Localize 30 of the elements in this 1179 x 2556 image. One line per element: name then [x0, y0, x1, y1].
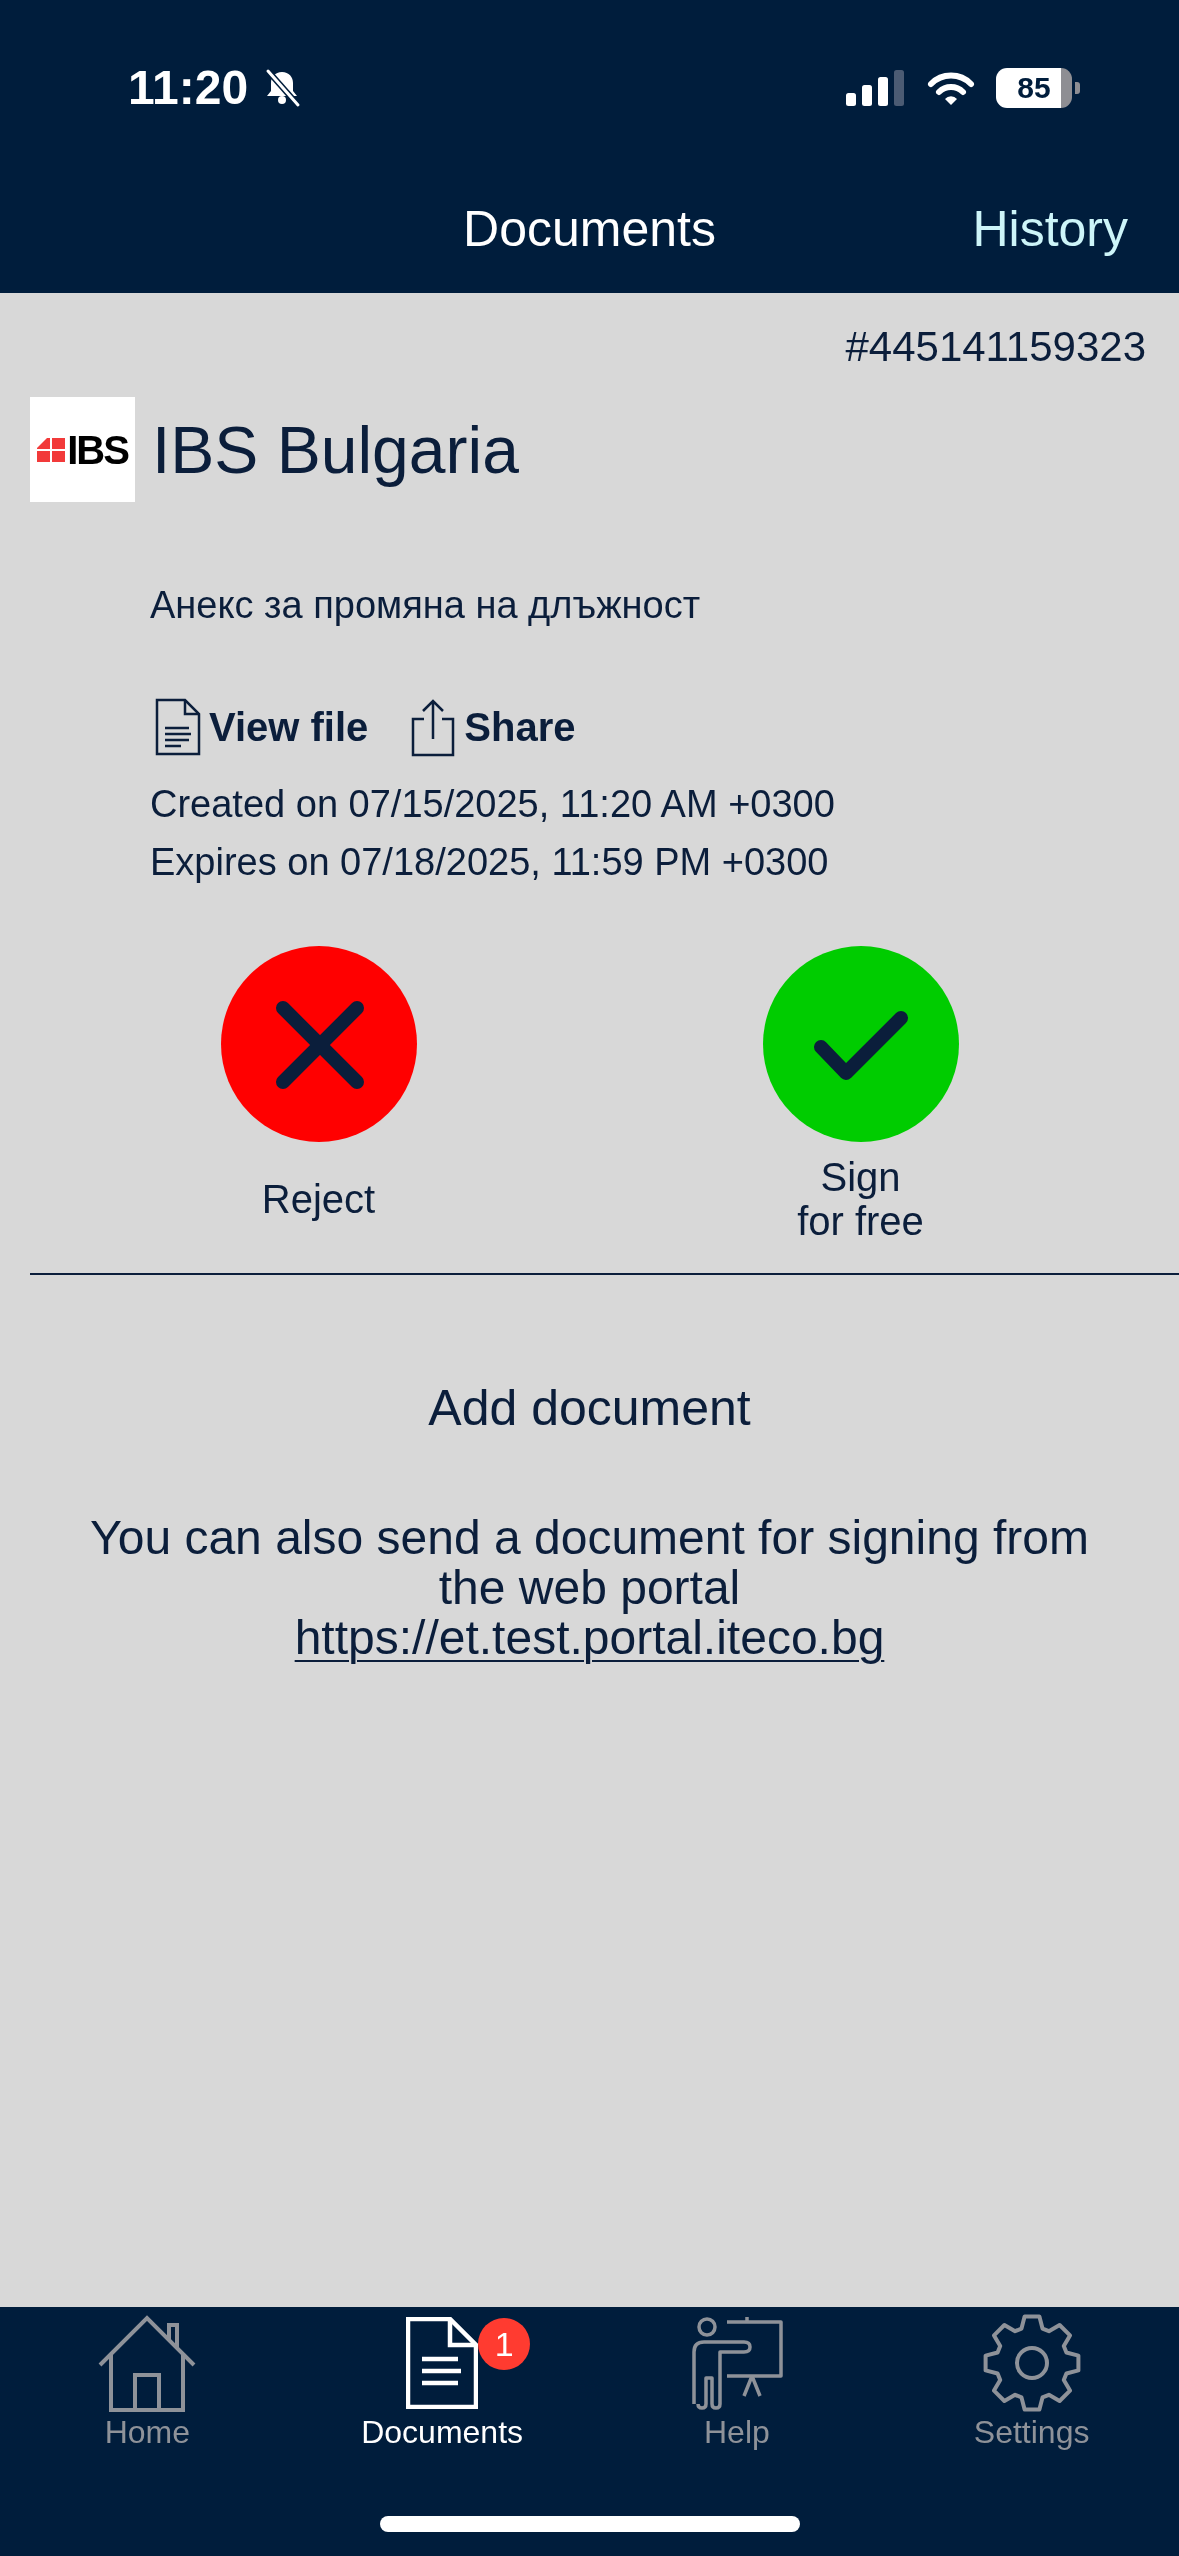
status-time: 11:20	[128, 64, 249, 112]
document-icon	[155, 698, 201, 756]
help-tab[interactable]: Help	[689, 2313, 784, 2448]
share-icon	[410, 697, 457, 757]
presenter-icon	[689, 2316, 784, 2410]
check-circle-icon	[762, 946, 959, 1142]
sign-button[interactable]: Sign for free	[710, 946, 1011, 1243]
wifi-icon	[926, 70, 976, 106]
document-number: #445141159323	[845, 326, 1146, 368]
share-button[interactable]: Share	[410, 697, 576, 757]
document-icon	[406, 2317, 479, 2409]
settings-tab[interactable]: Settings	[973, 2313, 1090, 2448]
expires-date: Expires on 07/18/2025, 11:59 PM +0300	[150, 840, 829, 885]
portal-link[interactable]: https://et.test.portal.iteco.bg	[294, 1613, 885, 1663]
battery-indicator: 85	[996, 68, 1080, 108]
add-document-heading: Add document	[428, 1383, 751, 1433]
notification-badge: 1	[478, 2318, 531, 2370]
created-date: Created on 07/15/2025, 11:20 AM +0300	[150, 782, 835, 827]
settings-icon	[981, 2313, 1082, 2413]
logo-mark-icon	[37, 437, 66, 462]
home-tab[interactable]: Home	[97, 2313, 198, 2448]
logo-text: IBS	[67, 429, 128, 470]
history-button[interactable]: History	[972, 203, 1128, 254]
view-file-button[interactable]: View file	[155, 698, 369, 756]
cross-circle-icon	[220, 946, 417, 1142]
screen-title: Documents	[463, 203, 716, 254]
reject-button[interactable]: Reject	[168, 946, 469, 1243]
house-icon	[97, 2313, 198, 2413]
document-title: Анекс за промяна на длъжност	[150, 586, 701, 624]
signal-icon	[846, 70, 906, 106]
